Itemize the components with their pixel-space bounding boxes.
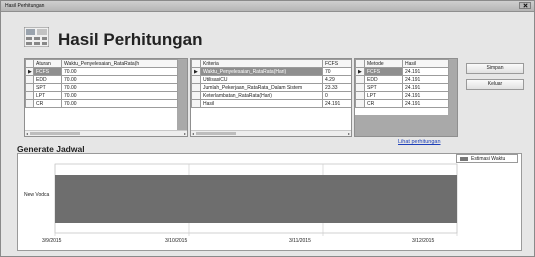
table-cell[interactable]: CR (33, 99, 62, 108)
table-cell[interactable]: FCFS (33, 67, 62, 76)
legend-label: Estimasi Waktu (471, 156, 506, 162)
table-cell[interactable]: EDD (33, 75, 62, 84)
x-tick-label: 3/9/2015 (42, 238, 62, 244)
table-cell[interactable]: 70 (322, 67, 351, 76)
table-row[interactable]: SPT 24.191 (355, 83, 449, 92)
table-row[interactable]: Keterlambatan_RataRata(Hari) 0 (191, 91, 351, 100)
table-cell[interactable]: 70.00 (61, 99, 178, 108)
metode-grid[interactable]: Metode Hasil ▶ FCFS 24.191 EDD 24.191 SP… (354, 58, 458, 137)
row-header-corner (25, 59, 34, 68)
scroll-thumb[interactable] (30, 132, 80, 135)
row-indicator-icon: ▶ (355, 67, 365, 76)
table-row[interactable]: LPT 24.191 (355, 91, 449, 100)
table-cell[interactable]: EDD (364, 75, 403, 84)
table-cell[interactable]: 70.00 (61, 83, 178, 92)
close-icon[interactable] (519, 2, 531, 9)
table-row[interactable]: EDD 70.00 (25, 75, 178, 84)
title-bar: Hasil Perhitungan (1, 1, 534, 12)
column-header[interactable]: Kriteria (200, 59, 323, 68)
table-cell[interactable]: Hasil (200, 99, 323, 108)
table-row[interactable]: CR 24.191 (355, 99, 449, 108)
save-button[interactable]: Simpan (466, 63, 524, 74)
table-row[interactable]: UtilisasiCU 4.29 (191, 75, 351, 84)
row-header-corner (191, 59, 201, 68)
x-tick-label: 3/12/2015 (412, 238, 435, 244)
schedule-bar[interactable] (55, 175, 457, 223)
table-cell[interactable]: Jumlah_Pekerjaan_RataRata_Dalam Sistem (200, 83, 323, 92)
column-header[interactable]: FCFS (322, 59, 351, 68)
row-header-corner (355, 59, 365, 68)
table-cell[interactable]: 4.29 (322, 75, 351, 84)
column-header[interactable]: Waktu_Penyelesaian_RataRata(h (61, 59, 178, 68)
table-cell[interactable]: SPT (364, 83, 403, 92)
table-cell[interactable]: 70.00 (61, 91, 178, 100)
table-cell[interactable]: CR (364, 99, 403, 108)
table-cell[interactable]: Waktu_Penyelesaian_RataRata(Hari) (200, 67, 323, 76)
table-cell[interactable]: LPT (364, 91, 403, 100)
table-row[interactable]: SPT 70.00 (25, 83, 178, 92)
table-cell[interactable]: FCFS (364, 67, 403, 76)
horizontal-scrollbar[interactable]: ◂ ▸ (25, 130, 187, 136)
table-row[interactable]: Jumlah_Pekerjaan_RataRata_Dalam Sistem 2… (191, 83, 351, 92)
table-row[interactable]: EDD 24.191 (355, 75, 449, 84)
chart-legend: Estimasi Waktu (456, 154, 518, 163)
horizontal-scrollbar[interactable]: ◂ ▸ (191, 130, 351, 136)
table-cell[interactable]: 0 (322, 91, 351, 100)
scroll-right-icon[interactable]: ▸ (347, 131, 351, 136)
table-cell[interactable]: 24.191 (322, 99, 351, 108)
page-title: Hasil Perhitungan (58, 30, 203, 49)
calculator-grid-icon (24, 27, 49, 47)
scroll-left-icon[interactable]: ◂ (191, 131, 195, 136)
row-indicator-icon: ▶ (25, 67, 34, 76)
scroll-thumb[interactable] (196, 132, 236, 135)
table-cell[interactable]: 24.191 (402, 67, 449, 76)
column-header[interactable]: Metode (364, 59, 403, 68)
x-tick-label: 3/11/2015 (289, 238, 311, 244)
table-cell[interactable]: 70.00 (61, 67, 178, 76)
table-row[interactable]: LPT 70.00 (25, 91, 178, 100)
window-title: Hasil Perhitungan (5, 3, 45, 9)
scroll-left-icon[interactable]: ◂ (25, 131, 29, 136)
table-cell[interactable]: 70.00 (61, 75, 178, 84)
x-tick-label: 3/10/2015 (165, 238, 188, 244)
table-cell[interactable]: 24.191 (402, 99, 449, 108)
column-header[interactable]: Aturan (33, 59, 62, 68)
kriteria-grid[interactable]: Kriteria FCFS ▶ Waktu_Penyelesaian_RataR… (190, 58, 352, 137)
column-header[interactable]: Hasil (402, 59, 449, 68)
table-row[interactable]: CR 70.00 (25, 99, 178, 108)
aturan-grid[interactable]: Aturan Waktu_Penyelesaian_RataRata(h ▶ F… (24, 58, 188, 137)
table-cell[interactable]: UtilisasiCU (200, 75, 323, 84)
row-indicator-icon: ▶ (191, 67, 201, 76)
table-cell[interactable]: 24.191 (402, 83, 449, 92)
table-cell[interactable]: Keterlambatan_RataRata(Hari) (200, 91, 323, 100)
table-cell[interactable]: LPT (33, 91, 62, 100)
category-label: New Vodca (24, 192, 50, 198)
legend-swatch (460, 157, 468, 161)
table-row[interactable]: ▶ FCFS 24.191 (355, 67, 449, 76)
table-cell[interactable]: 23.33 (322, 83, 351, 92)
table-cell[interactable]: SPT (33, 83, 62, 92)
exit-button[interactable]: Keluar (466, 79, 524, 90)
table-row[interactable]: ▶ Waktu_Penyelesaian_RataRata(Hari) 70 (191, 67, 351, 76)
schedule-chart (54, 163, 458, 236)
table-row[interactable]: ▶ FCFS 70.00 (25, 67, 178, 76)
view-calculation-link[interactable]: Lihat perhitungan (398, 139, 441, 145)
table-cell[interactable]: 24.191 (402, 75, 449, 84)
table-cell[interactable]: 24.191 (402, 91, 449, 100)
scroll-right-icon[interactable]: ▸ (183, 131, 187, 136)
table-row[interactable]: Hasil 24.191 (191, 99, 351, 108)
